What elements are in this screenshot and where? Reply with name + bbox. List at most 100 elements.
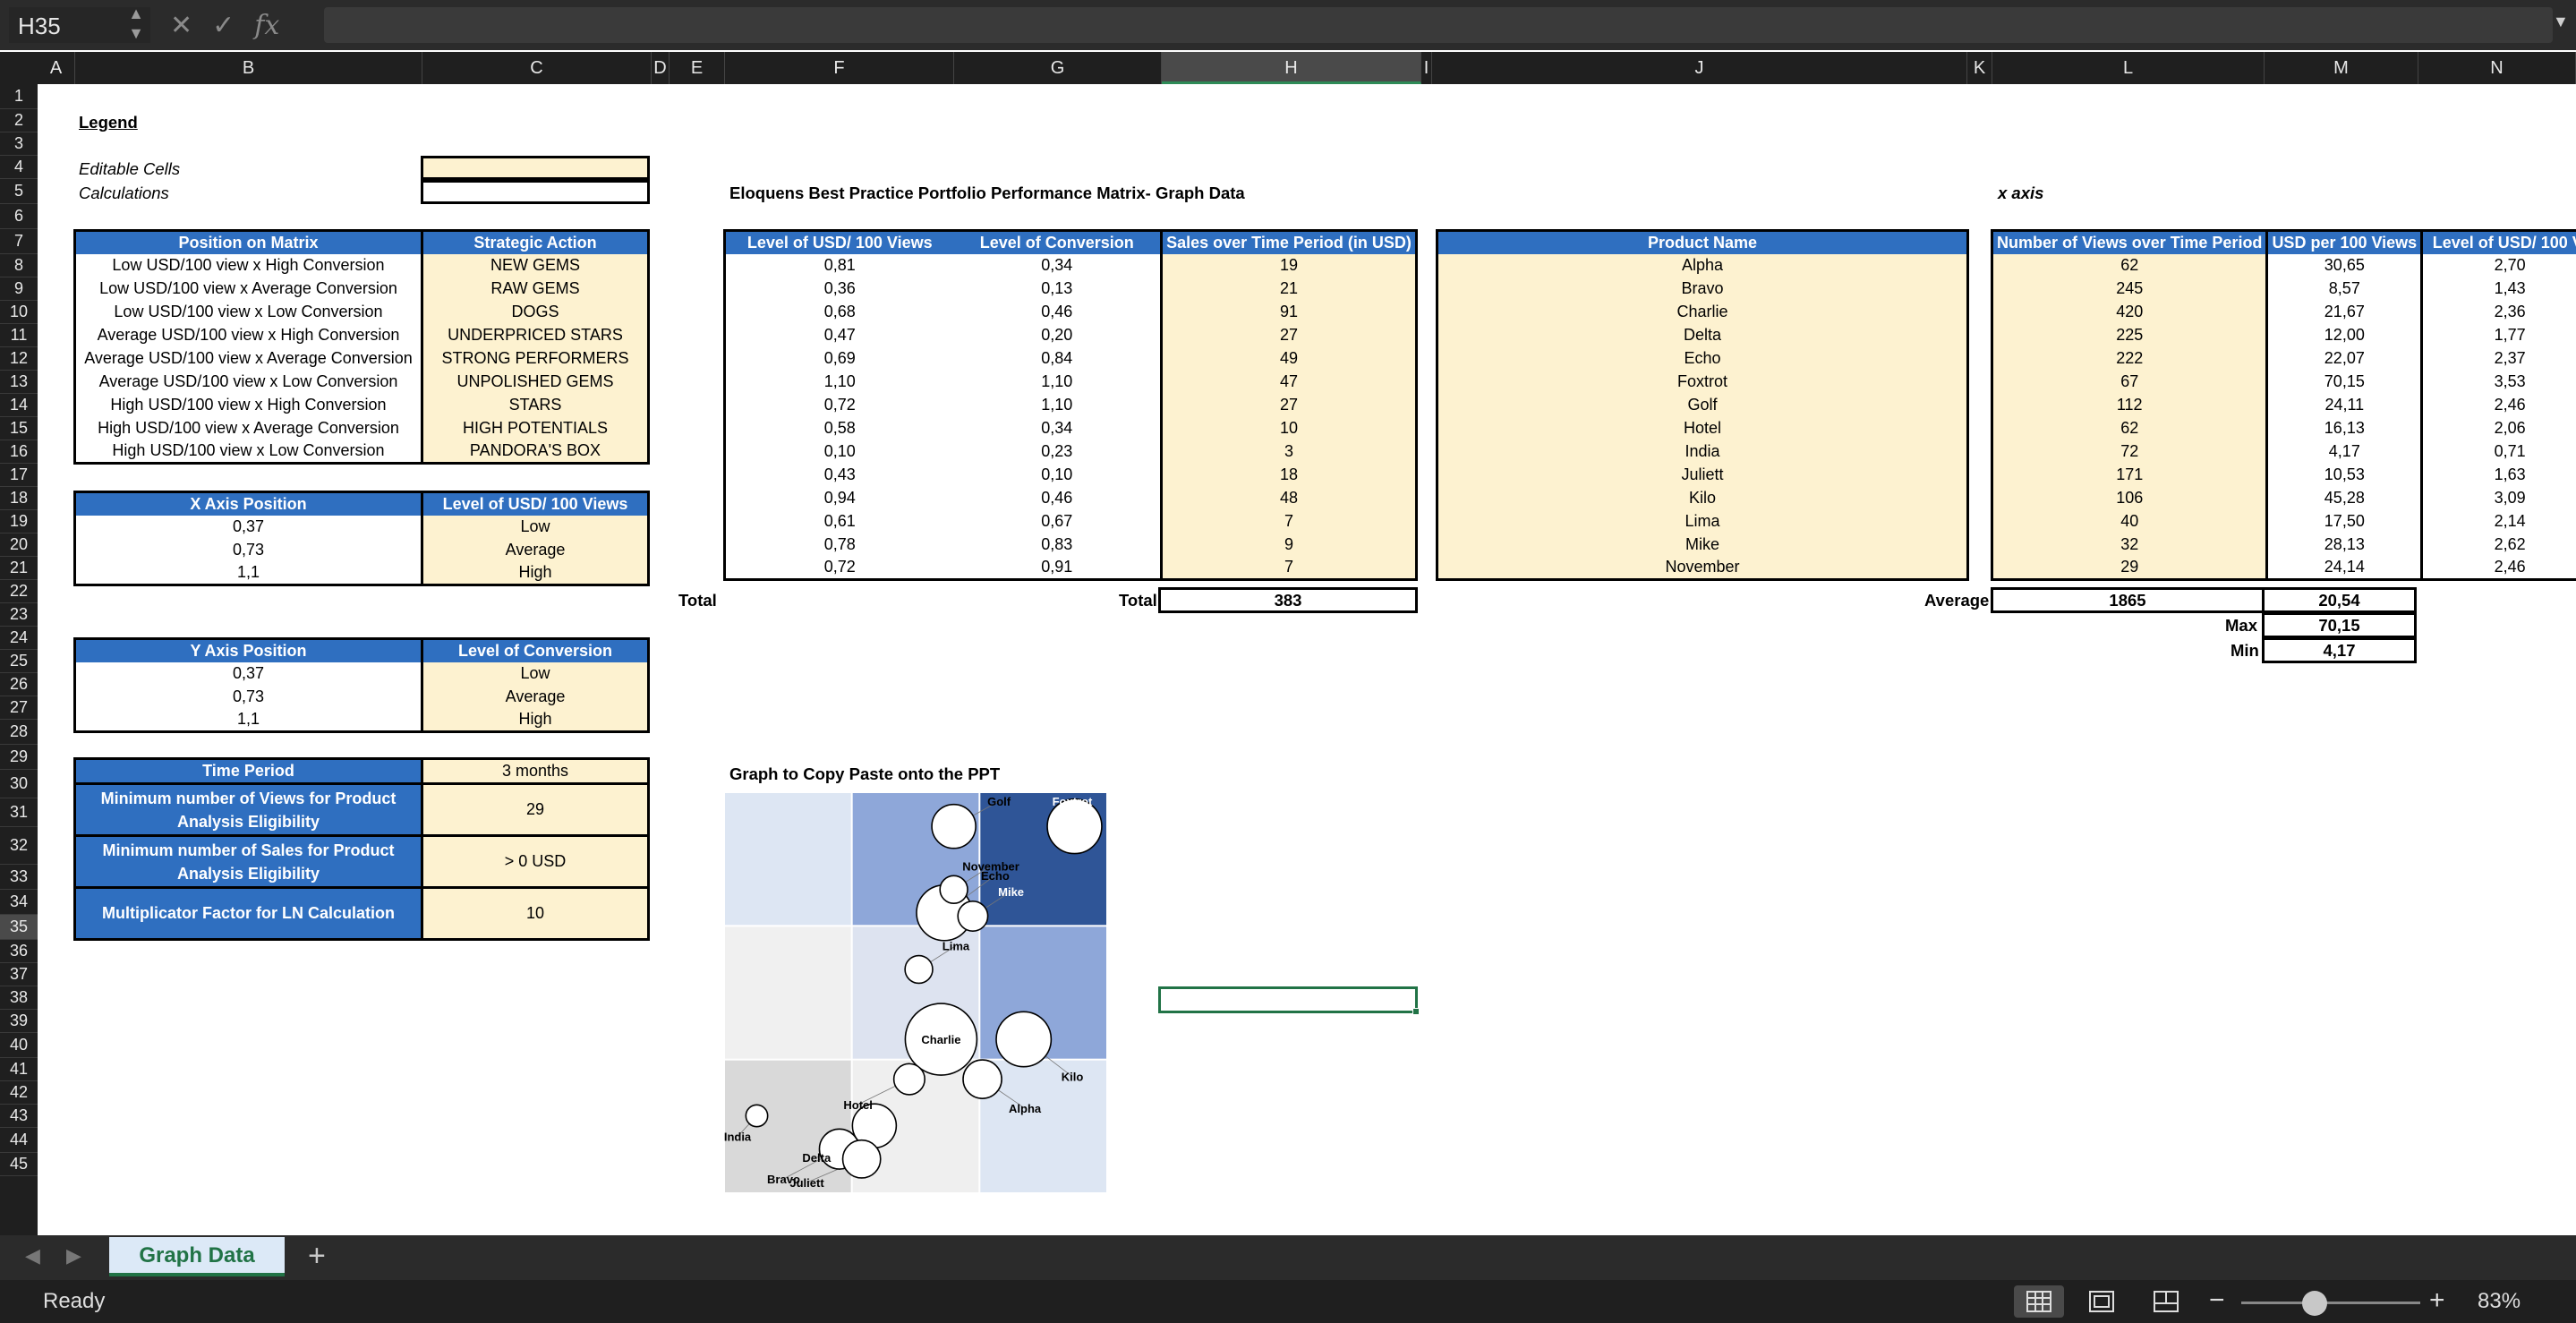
column-header[interactable]: A xyxy=(38,52,75,84)
x-calc-cell[interactable]: 62 xyxy=(1992,416,2267,440)
zoom-in-button[interactable]: + xyxy=(2429,1285,2445,1316)
bubble-point[interactable] xyxy=(892,1063,925,1096)
row-header[interactable]: 5 xyxy=(0,179,38,204)
matrix-cell[interactable]: RAW GEMS xyxy=(421,277,649,301)
zoom-level[interactable]: 83% xyxy=(2478,1289,2521,1314)
matrix-cell[interactable]: NEW GEMS xyxy=(421,253,649,277)
time-period-value[interactable]: 3 months xyxy=(421,758,649,784)
min-views-value[interactable]: 29 xyxy=(421,782,649,836)
column-header[interactable]: J xyxy=(1432,52,1967,84)
graph-data-cell[interactable]: 19 xyxy=(1160,253,1417,277)
x-calc-cell[interactable]: 72 xyxy=(1992,440,2267,464)
graph-data-cell[interactable]: 0,34 xyxy=(954,417,1162,440)
cancel-icon[interactable]: ✕ xyxy=(170,10,192,41)
x-calc-cell[interactable]: 24,14 xyxy=(2265,556,2422,580)
x-calc-cell[interactable]: 16,13 xyxy=(2265,416,2422,440)
product-name-cell[interactable]: Golf xyxy=(1437,393,1968,417)
product-name-cell[interactable]: Alpha xyxy=(1437,253,1968,277)
row-header[interactable]: 39 xyxy=(0,1010,38,1033)
page-break-icon[interactable] xyxy=(2154,1291,2179,1312)
bubble-point[interactable] xyxy=(904,954,934,985)
sheet-tab-graph-data[interactable]: Graph Data xyxy=(109,1237,285,1276)
graph-data-cell[interactable]: 1,10 xyxy=(954,371,1162,394)
chevron-down-icon[interactable]: ▼ xyxy=(2553,13,2569,31)
bubble-point[interactable] xyxy=(931,803,977,849)
graph-data-cell[interactable]: 0,94 xyxy=(725,487,954,510)
zoom-slider-track[interactable] xyxy=(2241,1302,2420,1304)
enter-icon[interactable]: ✓ xyxy=(212,10,235,41)
graph-data-cell[interactable]: 0,13 xyxy=(954,277,1162,301)
x-calc-cell[interactable]: 70,15 xyxy=(2265,370,2422,394)
graph-data-cell[interactable]: 1,10 xyxy=(954,394,1162,417)
row-header[interactable]: 35 xyxy=(0,915,38,940)
y-axis-cell[interactable]: Average xyxy=(421,685,649,709)
bubble-point[interactable] xyxy=(745,1104,769,1128)
graph-data-cell[interactable]: 0,91 xyxy=(954,557,1162,580)
x-calc-cell[interactable]: 2,46 xyxy=(2420,556,2576,580)
select-all-corner[interactable] xyxy=(0,52,38,84)
row-header[interactable]: 19 xyxy=(0,510,38,533)
row-header[interactable]: 36 xyxy=(0,940,38,963)
page-layout-icon[interactable] xyxy=(2089,1291,2114,1312)
y-axis-cell[interactable]: 1,1 xyxy=(75,709,422,732)
x-calc-cell[interactable]: 32 xyxy=(1992,533,2267,557)
bubble-chart[interactable]: AlphaBravoCharlieDeltaEchoFoxtrotGolfHot… xyxy=(723,791,1108,1194)
bubble-point[interactable] xyxy=(957,900,989,933)
x-calc-cell[interactable]: 40 xyxy=(1992,509,2267,533)
x-calc-cell[interactable]: 30,65 xyxy=(2265,253,2422,277)
x-calc-cell[interactable]: 21,67 xyxy=(2265,300,2422,324)
y-axis-cell[interactable]: High xyxy=(421,708,649,732)
graph-data-cell[interactable]: 0,43 xyxy=(725,464,954,487)
graph-data-cell[interactable]: 0,68 xyxy=(725,301,954,324)
x-calc-cell[interactable]: 225 xyxy=(1992,323,2267,347)
x-calc-cell[interactable]: 2,70 xyxy=(2420,253,2576,277)
product-name-cell[interactable]: India xyxy=(1437,440,1968,464)
row-header[interactable]: 14 xyxy=(0,394,38,417)
row-header[interactable]: 10 xyxy=(0,301,38,324)
x-axis-cell[interactable]: High xyxy=(421,561,649,585)
product-name-cell[interactable]: Lima xyxy=(1437,509,1968,533)
row-header[interactable]: 7 xyxy=(0,229,38,254)
graph-data-cell[interactable]: 0,81 xyxy=(725,254,954,277)
column-header[interactable]: F xyxy=(725,52,954,84)
graph-data-cell[interactable]: 7 xyxy=(1160,509,1417,533)
column-header[interactable]: G xyxy=(954,52,1162,84)
graph-data-cell[interactable]: 0,23 xyxy=(954,440,1162,464)
row-header[interactable]: 15 xyxy=(0,417,38,440)
row-header[interactable]: 11 xyxy=(0,324,38,347)
graph-data-cell[interactable]: 91 xyxy=(1160,300,1417,324)
matrix-cell[interactable]: High USD/100 view x Low Conversion xyxy=(75,440,422,464)
column-header[interactable]: B xyxy=(75,52,422,84)
x-calc-cell[interactable]: 2,14 xyxy=(2420,509,2576,533)
y-axis-cell[interactable]: 0,37 xyxy=(75,662,422,686)
row-header[interactable]: 45 xyxy=(0,1153,38,1176)
x-calc-cell[interactable]: 12,00 xyxy=(2265,323,2422,347)
row-header[interactable]: 9 xyxy=(0,277,38,301)
graph-data-cell[interactable]: 49 xyxy=(1160,346,1417,371)
graph-data-cell[interactable]: 0,10 xyxy=(954,464,1162,487)
graph-data-cell[interactable]: 0,20 xyxy=(954,324,1162,347)
graph-data-cell[interactable]: 0,34 xyxy=(954,254,1162,277)
zoom-out-button[interactable]: − xyxy=(2209,1285,2225,1316)
column-header[interactable]: I xyxy=(1421,52,1432,84)
row-header[interactable]: 44 xyxy=(0,1128,38,1153)
matrix-cell[interactable]: PANDORA'S BOX xyxy=(421,440,649,464)
graph-data-cell[interactable]: 7 xyxy=(1160,556,1417,580)
row-header[interactable]: 27 xyxy=(0,696,38,720)
matrix-cell[interactable]: Average USD/100 view x High Conversion xyxy=(75,324,422,347)
y-axis-cell[interactable]: 0,73 xyxy=(75,686,422,709)
row-header[interactable]: 3 xyxy=(0,132,38,156)
graph-data-cell[interactable]: 0,69 xyxy=(725,347,954,371)
product-name-cell[interactable]: Mike xyxy=(1437,533,1968,557)
graph-data-cell[interactable]: 1,10 xyxy=(725,371,954,394)
graph-data-cell[interactable]: 0,72 xyxy=(725,394,954,417)
formula-input[interactable] xyxy=(324,7,2553,43)
row-header[interactable]: 8 xyxy=(0,254,38,277)
x-axis-cell[interactable]: Average xyxy=(421,538,649,562)
graph-data-cell[interactable]: 48 xyxy=(1160,486,1417,510)
graph-data-cell[interactable]: 0,61 xyxy=(725,510,954,533)
row-header[interactable]: 24 xyxy=(0,627,38,650)
product-name-cell[interactable]: Delta xyxy=(1437,323,1968,347)
graph-data-cell[interactable]: 0,67 xyxy=(954,510,1162,533)
row-header[interactable]: 13 xyxy=(0,371,38,394)
